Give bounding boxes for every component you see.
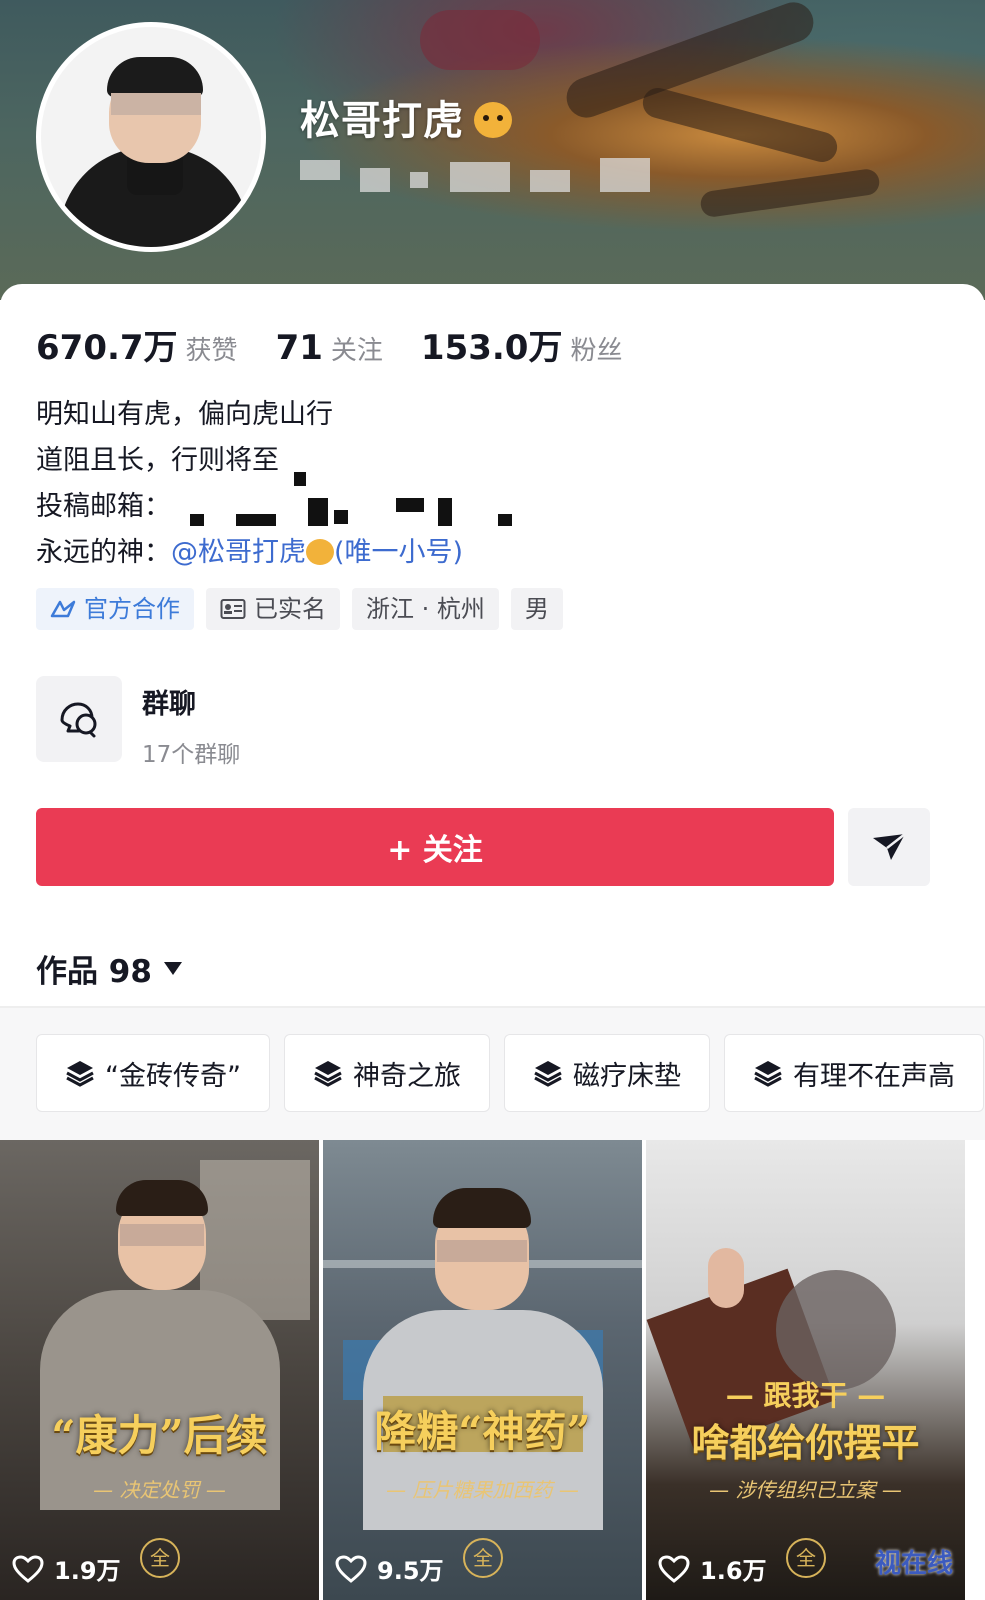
stats-row: 670.7万 获赞 71 关注 153.0万 粉丝 [36, 320, 660, 369]
works-tab-label: 作品 98 [36, 954, 152, 990]
video-topline: — 跟我干 — [725, 1379, 886, 1412]
send-arrow-icon [873, 833, 906, 860]
bio-line-4: 永远的神：@松哥打虎 (唯一小号) [36, 530, 463, 576]
video-grid: “康力”后续 — 决定处罚 — 1.9万 全 降糖“神药” — 压片糖果加西药 … [0, 1140, 985, 1600]
collection-chip[interactable]: 磁疗床垫 [503, 1034, 710, 1112]
collection-chip[interactable]: 神奇之旅 [283, 1034, 490, 1112]
following-count[interactable]: 71 [276, 328, 323, 368]
video-likes-count: 1.6万 [700, 1557, 767, 1585]
email-label: 投稿邮箱： [36, 491, 171, 522]
heart-icon [12, 1554, 44, 1583]
seal-mark: 全 [463, 1538, 503, 1578]
tag-row: 官方合作 已实名 浙江 · 杭州 男 [36, 588, 563, 630]
chat-bubbles-icon [36, 676, 122, 762]
handshake-icon [50, 600, 76, 618]
official-tag-label: 官方合作 [84, 595, 180, 623]
video-likes: 1.9万 [12, 1551, 121, 1586]
collection-chip-label: “金砖传奇” [105, 1060, 241, 1092]
video-subline: — 决定处罚 — [93, 1478, 226, 1502]
gender-tag: 男 [510, 588, 563, 630]
video-headline: “康力”后续 [51, 1411, 268, 1460]
collection-chip-label: 有理不在声高 [792, 1060, 955, 1092]
layers-icon [314, 1061, 342, 1087]
followers-label[interactable]: 粉丝 [570, 330, 622, 367]
video-headline: 降糖“神药” [374, 1407, 591, 1456]
official-cooperation-tag[interactable]: 官方合作 [36, 588, 194, 630]
video-thumbnail[interactable]: 降糖“神药” — 压片糖果加西药 — 9.5万 全 [323, 1140, 642, 1600]
collections-list: “金砖传奇” 神奇之旅 磁疗床垫 有理不在声高 [36, 1034, 984, 1112]
bio-line-2: 道阻且长，行则将至 [36, 445, 279, 476]
profile-name: 松哥打虎 [300, 88, 512, 146]
redacted-email [190, 514, 204, 526]
group-chat-title: 群聊 [142, 689, 196, 720]
verified-tag-label: 已实名 [254, 595, 326, 623]
dropdown-caret-icon [163, 962, 182, 975]
tiger-emoji-icon [306, 539, 334, 565]
following-label[interactable]: 关注 [331, 330, 383, 367]
bio-line-1: 明知山有虎，偏向虎山行 [36, 399, 333, 430]
video-subline: — 涉传组织已立案 — [709, 1478, 902, 1502]
likes-label: 获赞 [185, 336, 238, 366]
profile-card: 670.7万 获赞 71 关注 153.0万 粉丝 明知山有虎，偏向虎山行 道阻… [0, 284, 985, 1600]
profile-banner: 松哥打虎 [0, 0, 985, 300]
video-likes-count: 9.5万 [377, 1557, 444, 1585]
video-thumbnail[interactable]: “康力”后续 — 决定处罚 — 1.9万 全 [0, 1140, 319, 1600]
layers-icon [66, 1061, 94, 1087]
group-chat-count: 17个群聊 [142, 742, 241, 768]
bio: 明知山有虎，偏向虎山行 道阻且长，行则将至 投稿邮箱： 永远的神：@松哥打虎 (唯… [36, 392, 463, 576]
layers-icon [754, 1061, 782, 1087]
followers-count[interactable]: 153.0万 [421, 320, 563, 369]
watermark-logo: 视在线 [874, 1549, 953, 1579]
seal-mark: 全 [786, 1538, 826, 1578]
heart-icon [335, 1554, 367, 1583]
id-card-icon [220, 599, 246, 619]
tiger-emoji-icon [474, 102, 512, 138]
group-chat-entry[interactable]: 群聊 17个群聊 [36, 676, 240, 769]
video-subline: — 压片糖果加西药 — [386, 1478, 579, 1502]
follow-button[interactable]: + 关注 [36, 808, 834, 886]
redacted-id [300, 150, 660, 200]
likes-count: 670.7万 [36, 328, 178, 368]
works-tab[interactable]: 作品 98 [36, 946, 182, 991]
alt-account-suffix[interactable]: (唯一小号) [334, 537, 463, 568]
collection-chip[interactable]: “金砖传奇” [36, 1034, 270, 1112]
location-tag: 浙江 · 杭州 [352, 588, 499, 630]
heart-icon [658, 1554, 690, 1583]
share-button[interactable] [848, 808, 930, 886]
video-headline: 啥都给你摆平 [691, 1420, 920, 1465]
collection-chip-label: 神奇之旅 [352, 1060, 461, 1092]
collection-chip-label: 磁疗床垫 [572, 1060, 681, 1092]
video-thumbnail[interactable]: — 跟我干 — 啥都给你摆平 — 涉传组织已立案 — 1.6万 全 视在线 [646, 1140, 965, 1600]
alt-account-label: 永远的神： [36, 537, 171, 568]
layers-icon [534, 1061, 562, 1087]
seal-mark: 全 [140, 1538, 180, 1578]
collection-chip[interactable]: 有理不在声高 [723, 1034, 984, 1112]
avatar[interactable] [36, 22, 266, 252]
alt-account-mention[interactable]: @松哥打虎 [171, 537, 306, 568]
profile-name-text: 松哥打虎 [300, 98, 464, 144]
video-likes-count: 1.9万 [54, 1557, 121, 1585]
video-likes: 1.6万 [658, 1551, 767, 1586]
video-likes: 9.5万 [335, 1551, 444, 1586]
verified-tag[interactable]: 已实名 [206, 588, 340, 630]
